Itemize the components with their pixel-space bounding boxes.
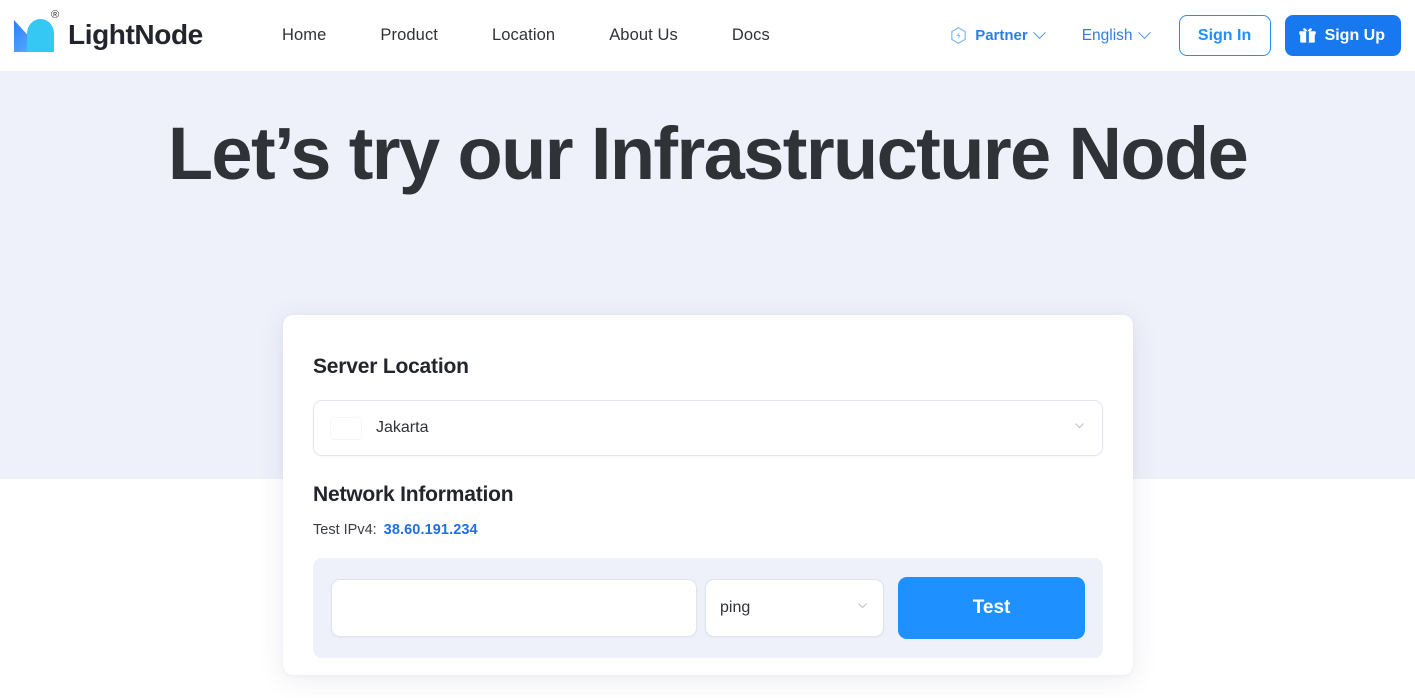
gift-icon: [1298, 26, 1317, 45]
test-controls-panel: ping Test: [313, 558, 1103, 658]
top-navigation-bar: ® LightNode Home Product Location About …: [0, 0, 1415, 71]
server-location-value: Jakarta: [376, 419, 429, 436]
nav-link-docs[interactable]: Docs: [732, 18, 770, 53]
chevron-down-icon: [1137, 26, 1151, 40]
sign-up-label: Sign Up: [1324, 26, 1385, 44]
language-label: English: [1081, 26, 1133, 44]
nav-links: Home Product Location About Us Docs: [282, 18, 770, 53]
test-tool-card: Server Location Jakarta Network Informat…: [283, 315, 1133, 675]
brand-name: LightNode: [68, 19, 203, 50]
network-information-heading: Network Information: [313, 483, 514, 506]
language-selector[interactable]: English: [1081, 26, 1151, 45]
registered-mark: ®: [51, 9, 60, 21]
chevron-down-icon: [856, 599, 869, 617]
partner-label: Partner: [975, 27, 1028, 44]
test-ipv4-value[interactable]: 38.60.191.234: [384, 522, 478, 538]
lightnode-logo-icon: ®: [10, 9, 66, 58]
sign-up-button[interactable]: Sign Up: [1284, 15, 1401, 56]
test-ipv4-label: Test IPv4:: [313, 522, 377, 538]
host-input[interactable]: [331, 579, 697, 637]
chevron-down-icon: [1073, 419, 1086, 437]
chevron-down-icon: [1032, 26, 1046, 40]
nav-link-product[interactable]: Product: [380, 18, 438, 53]
sign-in-button[interactable]: Sign In: [1178, 15, 1271, 56]
test-ipv4-row: Test IPv4: 38.60.191.234: [313, 522, 1103, 538]
partner-menu[interactable]: Partner: [949, 26, 1046, 45]
page-root: ® LightNode Home Product Location About …: [0, 0, 1415, 698]
test-button[interactable]: Test: [898, 577, 1085, 639]
protocol-value: ping: [720, 599, 751, 616]
page-title: Let’s try our Infrastructure Node: [167, 112, 1249, 195]
indonesia-flag-icon: [331, 418, 361, 439]
server-location-heading: Server Location: [313, 355, 469, 378]
nav-link-home[interactable]: Home: [282, 18, 326, 53]
nav-link-about-us[interactable]: About Us: [609, 18, 678, 53]
hexagon-partner-icon: [949, 26, 968, 45]
server-location-select[interactable]: Jakarta: [313, 400, 1103, 456]
nav-link-location[interactable]: Location: [492, 18, 555, 53]
nav-right-actions: Partner English Sign In Sign Up: [949, 15, 1401, 56]
brand-logo[interactable]: ® LightNode: [10, 0, 240, 71]
protocol-select[interactable]: ping: [705, 579, 885, 637]
